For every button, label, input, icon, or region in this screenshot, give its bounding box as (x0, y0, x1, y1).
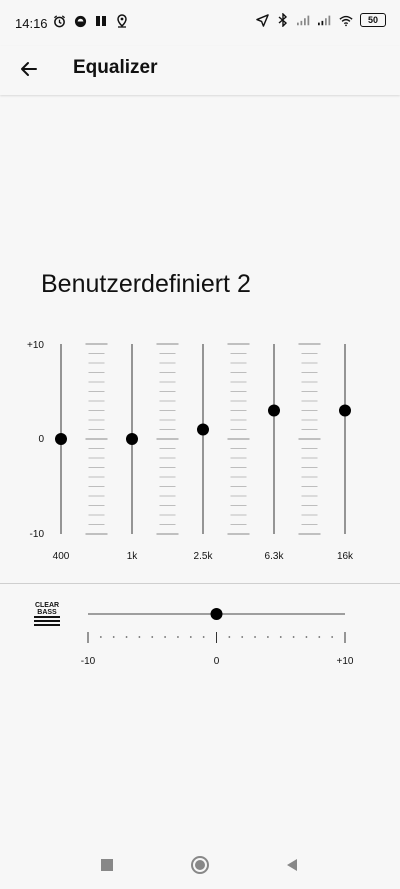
clear-bass-thumb[interactable] (210, 608, 223, 620)
app-bar: Equalizer (0, 46, 400, 95)
status-bar: 14:16 50 (0, 0, 400, 46)
clear-bass-minor-tick (112, 636, 115, 638)
eq-y-mid-label: 0 (38, 434, 44, 445)
back-button[interactable] (14, 54, 44, 84)
arrow-left-icon (21, 62, 37, 76)
clear-bass-minor-tick (125, 636, 128, 638)
eq-y-max-label: +10 (27, 340, 44, 351)
clear-bass-minor-tick (318, 636, 321, 638)
section-divider (0, 583, 400, 584)
clear-bass-minor-tick (267, 636, 269, 638)
eq-bands: 400 1k 2.5k 6.3k 16k (53, 344, 354, 562)
eq-band-label: 400 (53, 551, 70, 562)
clear-bass-ticks (87, 632, 346, 643)
clear-bass-minor-tick (228, 636, 231, 638)
clear-bass-max-label: +10 (337, 656, 354, 667)
navigation-arrow-icon (255, 13, 269, 27)
clear-bass-minor-tick (331, 636, 334, 638)
alarm-icon (52, 14, 66, 28)
clear-bass-minor-tick (99, 636, 102, 638)
clear-bass-minor-tick (292, 636, 295, 638)
preset-name[interactable]: Benutzerdefiniert 2 (41, 270, 251, 299)
eq-band-label: 2.5k (194, 551, 214, 562)
eq-band-thumb-6.3k[interactable] (268, 404, 280, 417)
eq-y-min-label: -10 (30, 529, 45, 540)
clear-bass-min-label: -10 (81, 656, 96, 667)
recents-button[interactable] (96, 854, 118, 876)
location-pin-icon (115, 14, 129, 28)
clear-bass-minor-tick (189, 636, 192, 638)
clear-bass-minor-tick (177, 636, 179, 638)
eq-band-thumb-1k[interactable] (126, 433, 138, 445)
headset-icon (73, 14, 87, 28)
system-back-button[interactable] (281, 854, 303, 876)
clear-bass-minor-tick (202, 636, 205, 638)
signal-icon (318, 13, 332, 27)
clear-bass-minor-tick (305, 636, 308, 638)
clear-bass-minor-tick (138, 636, 141, 638)
status-time: 14:16 (15, 16, 48, 31)
bluetooth-icon (276, 13, 290, 27)
clear-bass-minor-tick (279, 636, 282, 638)
eq-band-label: 1k (127, 551, 139, 562)
back-triangle-icon (287, 859, 297, 871)
status-left-icons (52, 14, 129, 28)
page-title: Equalizer (73, 57, 158, 78)
eq-band-thumb-16k[interactable] (339, 404, 351, 417)
clear-bass-mid-label: 0 (214, 656, 220, 667)
eq-band-thumb-400[interactable] (55, 433, 67, 445)
battery-icon: 50 (360, 13, 386, 27)
home-button[interactable] (189, 854, 211, 876)
eq-band-thumb-2.5k[interactable] (197, 423, 209, 436)
clear-bass-slider[interactable]: -10 0 +10 (0, 600, 400, 675)
equalizer-panel: +10 0 -10 400 1k 2.5k 6.3k 16k (27, 340, 354, 562)
eq-band-label: 6.3k (265, 551, 285, 562)
eq-band-label: 16k (337, 551, 354, 562)
status-right-icons: 50 (255, 13, 386, 27)
clear-bass-minor-tick (151, 636, 154, 638)
clear-bass-minor-tick (164, 636, 167, 638)
recents-square-icon (101, 859, 113, 871)
pause-icon (94, 14, 108, 28)
navigation-bar (0, 840, 400, 889)
home-circle-icon (191, 856, 209, 874)
signal-icon (297, 13, 311, 27)
wifi-icon (339, 13, 353, 27)
clear-bass-minor-tick (241, 636, 244, 638)
clear-bass-minor-tick (254, 636, 256, 638)
